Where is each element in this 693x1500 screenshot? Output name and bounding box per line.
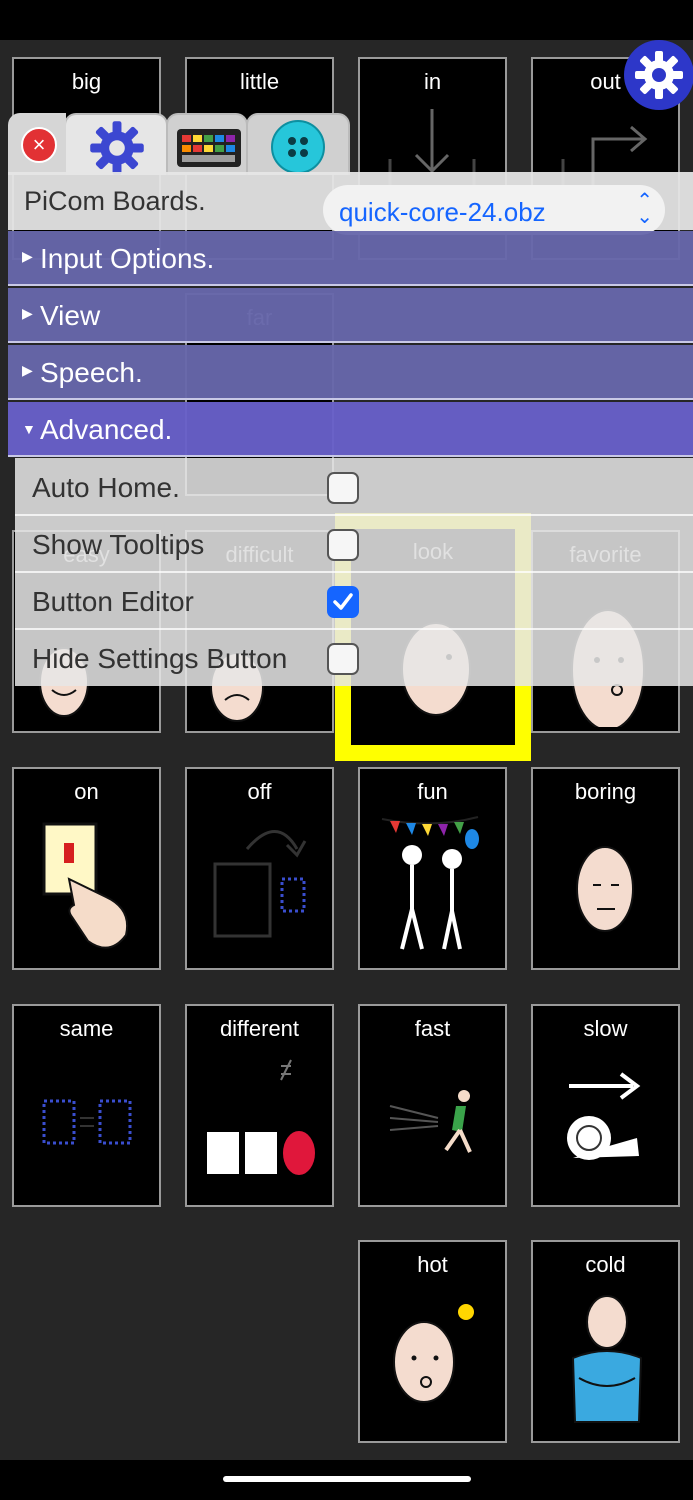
section-view[interactable]: ▶ View bbox=[8, 288, 693, 343]
cell-label: off bbox=[247, 779, 272, 804]
disclosure-down-icon: ▼ bbox=[22, 421, 36, 437]
disclosure-right-icon: ▶ bbox=[22, 362, 33, 378]
snail-slow-icon bbox=[567, 1072, 641, 1160]
cell-label: on bbox=[74, 779, 99, 804]
board-button-fast[interactable]: fast bbox=[358, 1004, 507, 1207]
option-label: Button Editor bbox=[32, 586, 194, 617]
running-fast-icon bbox=[389, 1090, 472, 1153]
option-button-editor[interactable]: Button Editor bbox=[15, 573, 693, 630]
cell-label: same bbox=[59, 1016, 114, 1041]
close-icon: × bbox=[32, 132, 46, 157]
party-people-icon bbox=[381, 816, 479, 950]
close-settings-button[interactable]: × bbox=[21, 127, 57, 163]
board-button-cold[interactable]: cold bbox=[531, 1240, 680, 1443]
cell-label: fast bbox=[414, 1016, 451, 1041]
cold-person-icon bbox=[571, 1295, 643, 1423]
hot-face-icon bbox=[393, 1304, 474, 1403]
tab-keyboard[interactable] bbox=[166, 113, 248, 175]
board-button-hot[interactable]: hot bbox=[358, 1240, 507, 1443]
option-label: Show Tooltips bbox=[32, 529, 205, 560]
tab-button[interactable] bbox=[246, 113, 350, 175]
cell-label: big bbox=[71, 69, 102, 94]
option-show-tooltips[interactable]: Show Tooltips bbox=[15, 516, 693, 573]
board-button-different[interactable]: different bbox=[185, 1004, 334, 1207]
boards-select[interactable]: quick-core-24.obz ⌃ ⌄ bbox=[323, 185, 665, 235]
cell-label: boring bbox=[574, 779, 637, 804]
settings-gear-button[interactable] bbox=[624, 40, 693, 110]
section-label: View bbox=[40, 300, 101, 331]
show-tooltips-checkbox[interactable] bbox=[327, 529, 359, 561]
light-switch-on-icon bbox=[42, 822, 128, 949]
cell-label: different bbox=[219, 1016, 300, 1041]
boards-select-value: quick-core-24.obz bbox=[339, 197, 546, 227]
option-auto-home[interactable]: Auto Home. bbox=[15, 459, 693, 516]
cell-label: cold bbox=[585, 1252, 626, 1277]
option-label: Auto Home. bbox=[32, 472, 180, 503]
button-editor-checkbox[interactable] bbox=[327, 586, 359, 618]
turn-off-icon bbox=[213, 830, 307, 938]
cell-label: slow bbox=[583, 1016, 628, 1041]
button-icon bbox=[271, 120, 325, 174]
disclosure-right-icon: ▶ bbox=[22, 305, 33, 321]
gear-icon bbox=[90, 121, 144, 175]
board-button-off[interactable]: off bbox=[185, 767, 334, 970]
tab-settings[interactable] bbox=[64, 113, 168, 175]
board-button-fun[interactable]: fun bbox=[358, 767, 507, 970]
chevron-up-down-icon: ⌃ ⌄ bbox=[636, 190, 653, 228]
section-label: Input Options. bbox=[40, 243, 215, 274]
keyboard-icon bbox=[177, 129, 241, 167]
status-bar bbox=[0, 0, 693, 40]
option-label: Hide Settings Button bbox=[32, 643, 288, 674]
board-button-slow[interactable]: slow bbox=[531, 1004, 680, 1207]
section-input-options[interactable]: ▶ Input Options. bbox=[8, 231, 693, 286]
checkmark-icon bbox=[333, 593, 353, 610]
bored-face-icon bbox=[576, 846, 634, 932]
boards-label: PiCom Boards. bbox=[24, 186, 206, 216]
different-shapes-icon bbox=[207, 1059, 315, 1175]
section-advanced[interactable]: ▼ Advanced. bbox=[8, 402, 693, 457]
board-button-same[interactable]: same bbox=[12, 1004, 161, 1207]
cell-label: hot bbox=[417, 1252, 448, 1277]
cell-label: fun bbox=[417, 779, 448, 804]
board-button-boring[interactable]: boring bbox=[531, 767, 680, 970]
section-label: Advanced. bbox=[40, 414, 173, 445]
disclosure-right-icon: ▶ bbox=[22, 248, 33, 264]
hide-settings-button-checkbox[interactable] bbox=[327, 643, 359, 675]
gear-icon bbox=[635, 51, 683, 99]
cell-label: little bbox=[239, 69, 280, 94]
cell-label: in bbox=[423, 69, 442, 94]
section-label: Speech. bbox=[40, 357, 143, 388]
board-button-on[interactable]: on bbox=[12, 767, 161, 970]
same-equals-icon bbox=[42, 1099, 132, 1145]
section-speech[interactable]: ▶ Speech. bbox=[8, 345, 693, 400]
home-indicator[interactable] bbox=[223, 1476, 471, 1482]
auto-home-checkbox[interactable] bbox=[327, 472, 359, 504]
option-hide-settings-button[interactable]: Hide Settings Button bbox=[15, 630, 693, 687]
